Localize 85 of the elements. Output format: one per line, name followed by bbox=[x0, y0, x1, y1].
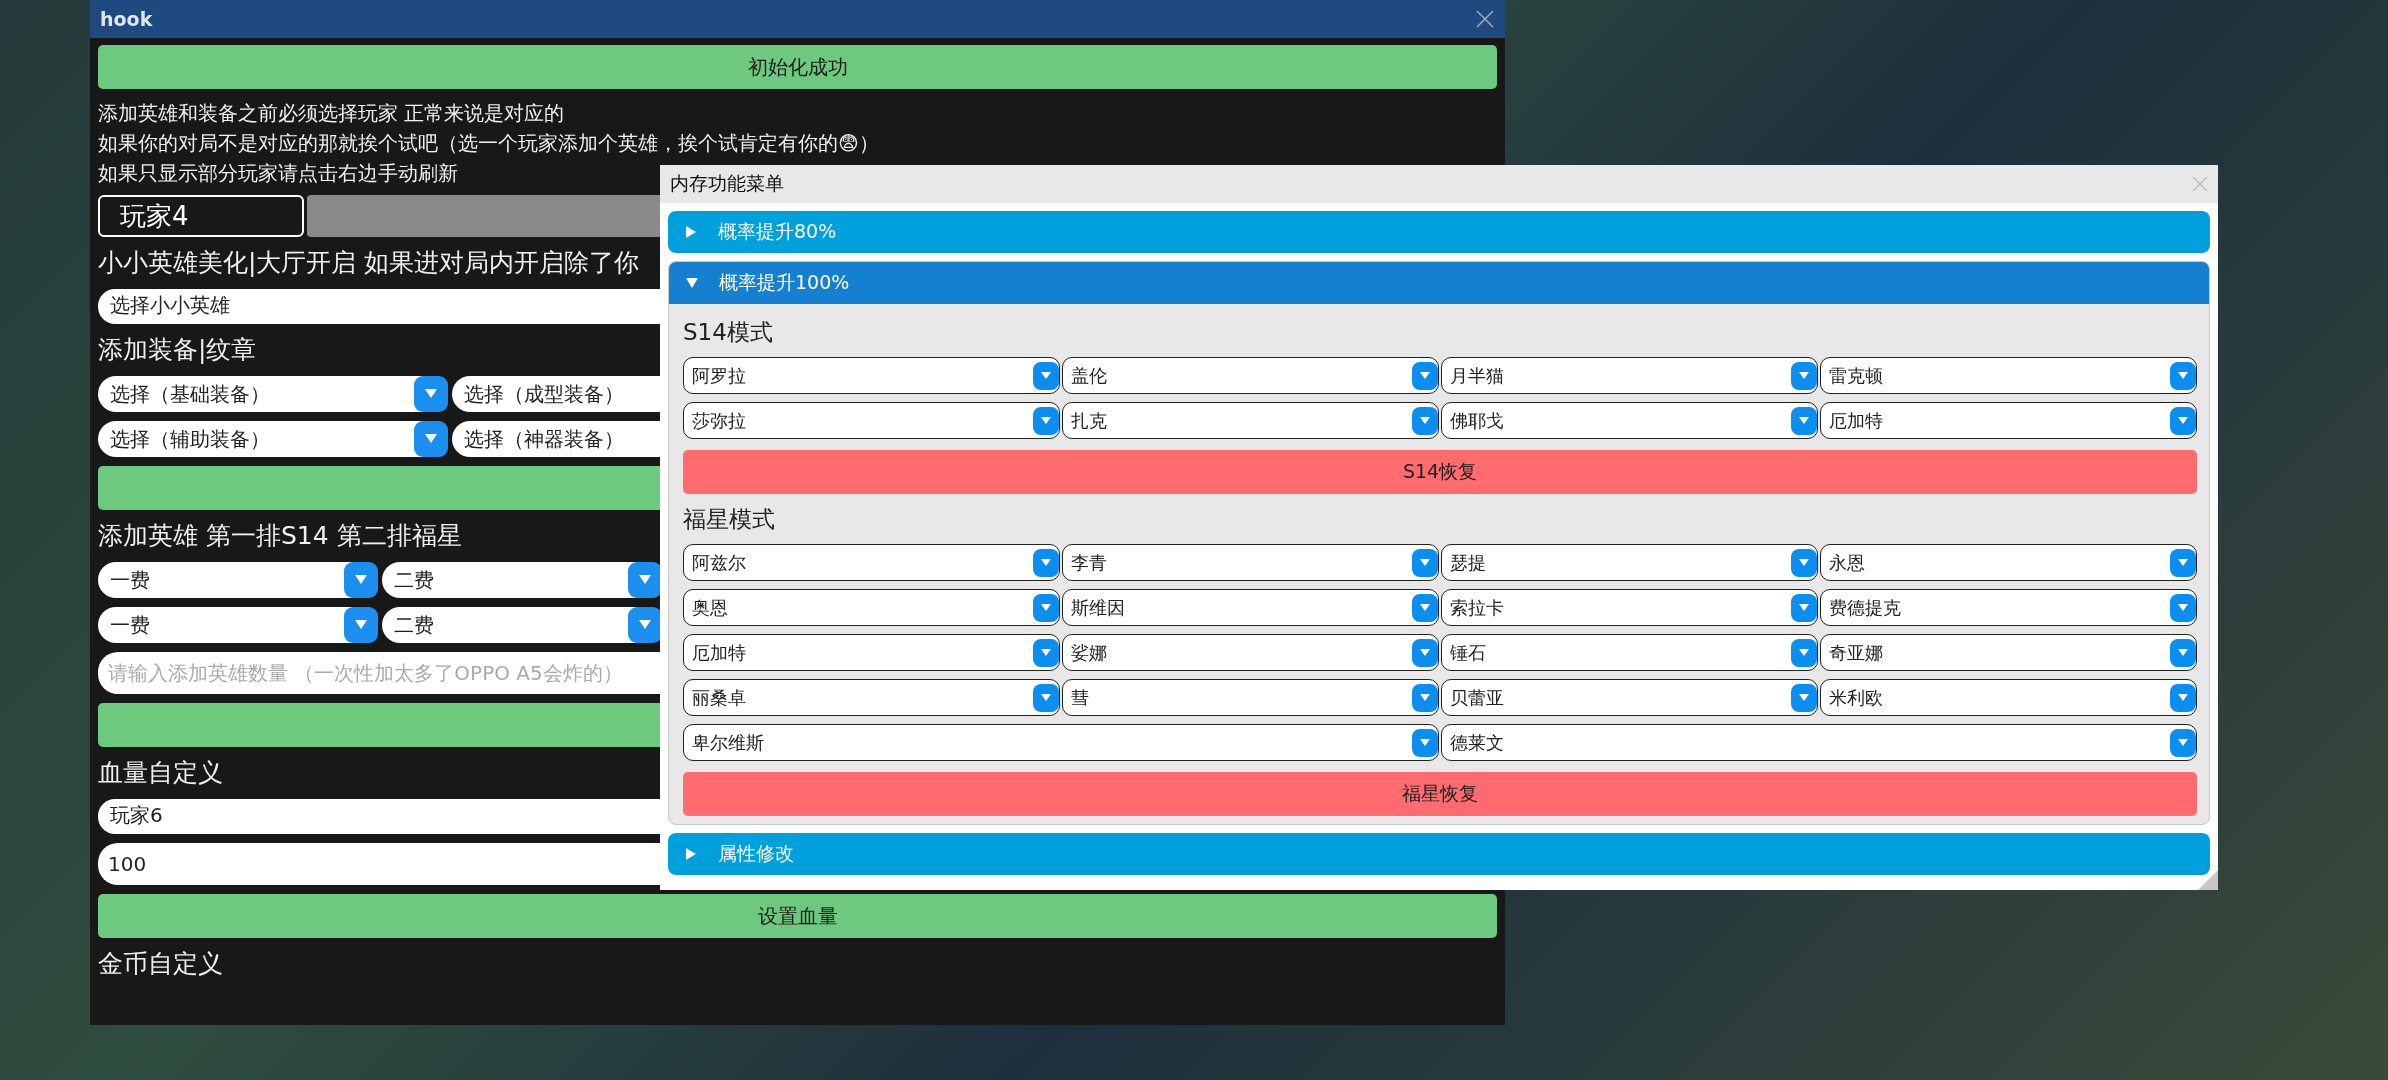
expanded-triangle-icon bbox=[685, 276, 699, 290]
caret-icon bbox=[344, 607, 378, 643]
dropdown-field[interactable]: 一费 bbox=[98, 607, 378, 643]
caret-icon bbox=[2170, 548, 2196, 577]
player-tab[interactable]: 玩家4 bbox=[98, 195, 304, 237]
caret-icon bbox=[2170, 593, 2196, 622]
dropdown-field[interactable]: 米利欧 bbox=[1820, 679, 2197, 716]
dropdown-field[interactable]: 贝蕾亚 bbox=[1441, 679, 1818, 716]
caret-icon bbox=[1033, 548, 1059, 577]
caret-icon bbox=[1412, 406, 1438, 435]
caret-icon bbox=[344, 562, 378, 598]
section-header[interactable]: 概率提升100% bbox=[669, 262, 2209, 304]
dropdown-field[interactable]: 厄加特 bbox=[683, 634, 1060, 671]
dropdown-field[interactable]: 雷克顿 bbox=[1820, 357, 2197, 394]
caret-icon bbox=[1412, 683, 1438, 712]
action-button[interactable]: 设置血量 bbox=[98, 894, 1497, 938]
action-button[interactable]: 初始化成功 bbox=[98, 45, 1497, 89]
caret-icon bbox=[1033, 406, 1059, 435]
dropdown-field[interactable]: 丽桑卓 bbox=[683, 679, 1060, 716]
dropdown-field[interactable]: 扎克 bbox=[1062, 402, 1439, 439]
caret-icon bbox=[1791, 548, 1817, 577]
caret-icon bbox=[1791, 593, 1817, 622]
caret-icon bbox=[1412, 361, 1438, 390]
caret-icon bbox=[414, 376, 448, 412]
dropdown-field[interactable]: 彗 bbox=[1062, 679, 1439, 716]
caret-icon bbox=[2170, 361, 2196, 390]
dropdown-field[interactable]: 选择（辅助装备） bbox=[98, 421, 448, 457]
section-heading: 添加英雄 第一排S14 第二排福星 bbox=[98, 520, 462, 552]
window-title: 内存功能菜单 bbox=[670, 171, 784, 196]
collapsed-triangle-icon bbox=[684, 847, 698, 861]
caret-icon bbox=[2170, 406, 2196, 435]
caret-icon bbox=[2170, 683, 2196, 712]
caret-icon bbox=[1033, 361, 1059, 390]
dropdown-field[interactable]: 卑尔维斯 bbox=[683, 724, 1439, 761]
dropdown-field[interactable]: 奇亚娜 bbox=[1820, 634, 2197, 671]
dropdown-field[interactable]: 锤石 bbox=[1441, 634, 1818, 671]
section-heading: 添加装备|纹章 bbox=[98, 334, 257, 366]
dropdown-field[interactable]: 盖伦 bbox=[1062, 357, 1439, 394]
caret-icon bbox=[1412, 728, 1438, 757]
dropdown-field[interactable]: 娑娜 bbox=[1062, 634, 1439, 671]
window-title: hook bbox=[100, 8, 153, 30]
caret-icon bbox=[1791, 406, 1817, 435]
section-heading: 血量自定义 bbox=[98, 757, 223, 789]
caret-icon bbox=[1791, 361, 1817, 390]
instruction-text: 添加英雄和装备之前必须选择玩家 正常来说是对应的 bbox=[98, 100, 565, 126]
dropdown-field[interactable]: 奥恩 bbox=[683, 589, 1060, 626]
caret-icon bbox=[1033, 593, 1059, 622]
instruction-text: 如果你的对局不是对应的那就挨个试吧（选一个玩家添加个英雄，挨个试肯定有你的😨） bbox=[98, 130, 879, 156]
dropdown-field[interactable]: 选择（基础装备） bbox=[98, 376, 448, 412]
caret-icon bbox=[1412, 638, 1438, 667]
instruction-text: 如果只显示部分玩家请点击右边手动刷新 bbox=[98, 160, 458, 186]
collapsed-triangle-icon bbox=[684, 225, 698, 239]
dropdown-field[interactable]: 斯维因 bbox=[1062, 589, 1439, 626]
caret-icon bbox=[1033, 638, 1059, 667]
group-heading: 福星模式 bbox=[683, 505, 775, 534]
caret-icon bbox=[1033, 683, 1059, 712]
dropdown-field[interactable]: 德莱文 bbox=[1441, 724, 2197, 761]
reset-button[interactable]: 福星恢复 bbox=[683, 772, 2197, 816]
section-heading: 金币自定义 bbox=[98, 948, 223, 980]
caret-icon bbox=[1791, 683, 1817, 712]
caret-icon bbox=[414, 421, 448, 457]
dropdown-field[interactable]: 瑟提 bbox=[1441, 544, 1818, 581]
caret-icon bbox=[1412, 593, 1438, 622]
dropdown-field[interactable]: 莎弥拉 bbox=[683, 402, 1060, 439]
close-icon[interactable] bbox=[1475, 9, 1495, 29]
dropdown-field[interactable]: 阿罗拉 bbox=[683, 357, 1060, 394]
dropdown-field[interactable]: 厄加特 bbox=[1820, 402, 2197, 439]
dropdown-field[interactable]: 费德提克 bbox=[1820, 589, 2197, 626]
dropdown-field[interactable]: 二费 bbox=[382, 562, 662, 598]
dropdown-field[interactable]: 永恩 bbox=[1820, 544, 2197, 581]
dropdown-field[interactable]: 二费 bbox=[382, 607, 662, 643]
dropdown-field[interactable]: 索拉卡 bbox=[1441, 589, 1818, 626]
caret-icon bbox=[2170, 728, 2196, 757]
resize-grip-icon[interactable] bbox=[2198, 870, 2218, 890]
group-heading: S14模式 bbox=[683, 318, 773, 347]
dropdown-field[interactable]: 李青 bbox=[1062, 544, 1439, 581]
dropdown-field[interactable]: 阿兹尔 bbox=[683, 544, 1060, 581]
reset-button[interactable]: S14恢复 bbox=[683, 450, 2197, 494]
caret-icon bbox=[1412, 548, 1438, 577]
dropdown-field[interactable]: 一费 bbox=[98, 562, 378, 598]
caret-icon bbox=[1791, 638, 1817, 667]
dropdown-field[interactable]: 月半猫 bbox=[1441, 357, 1818, 394]
dropdown-field[interactable]: 佛耶戈 bbox=[1441, 402, 1818, 439]
section-heading: 小小英雄美化|大厅开启 如果进对局内开启除了你 bbox=[98, 247, 640, 279]
caret-icon bbox=[2170, 638, 2196, 667]
